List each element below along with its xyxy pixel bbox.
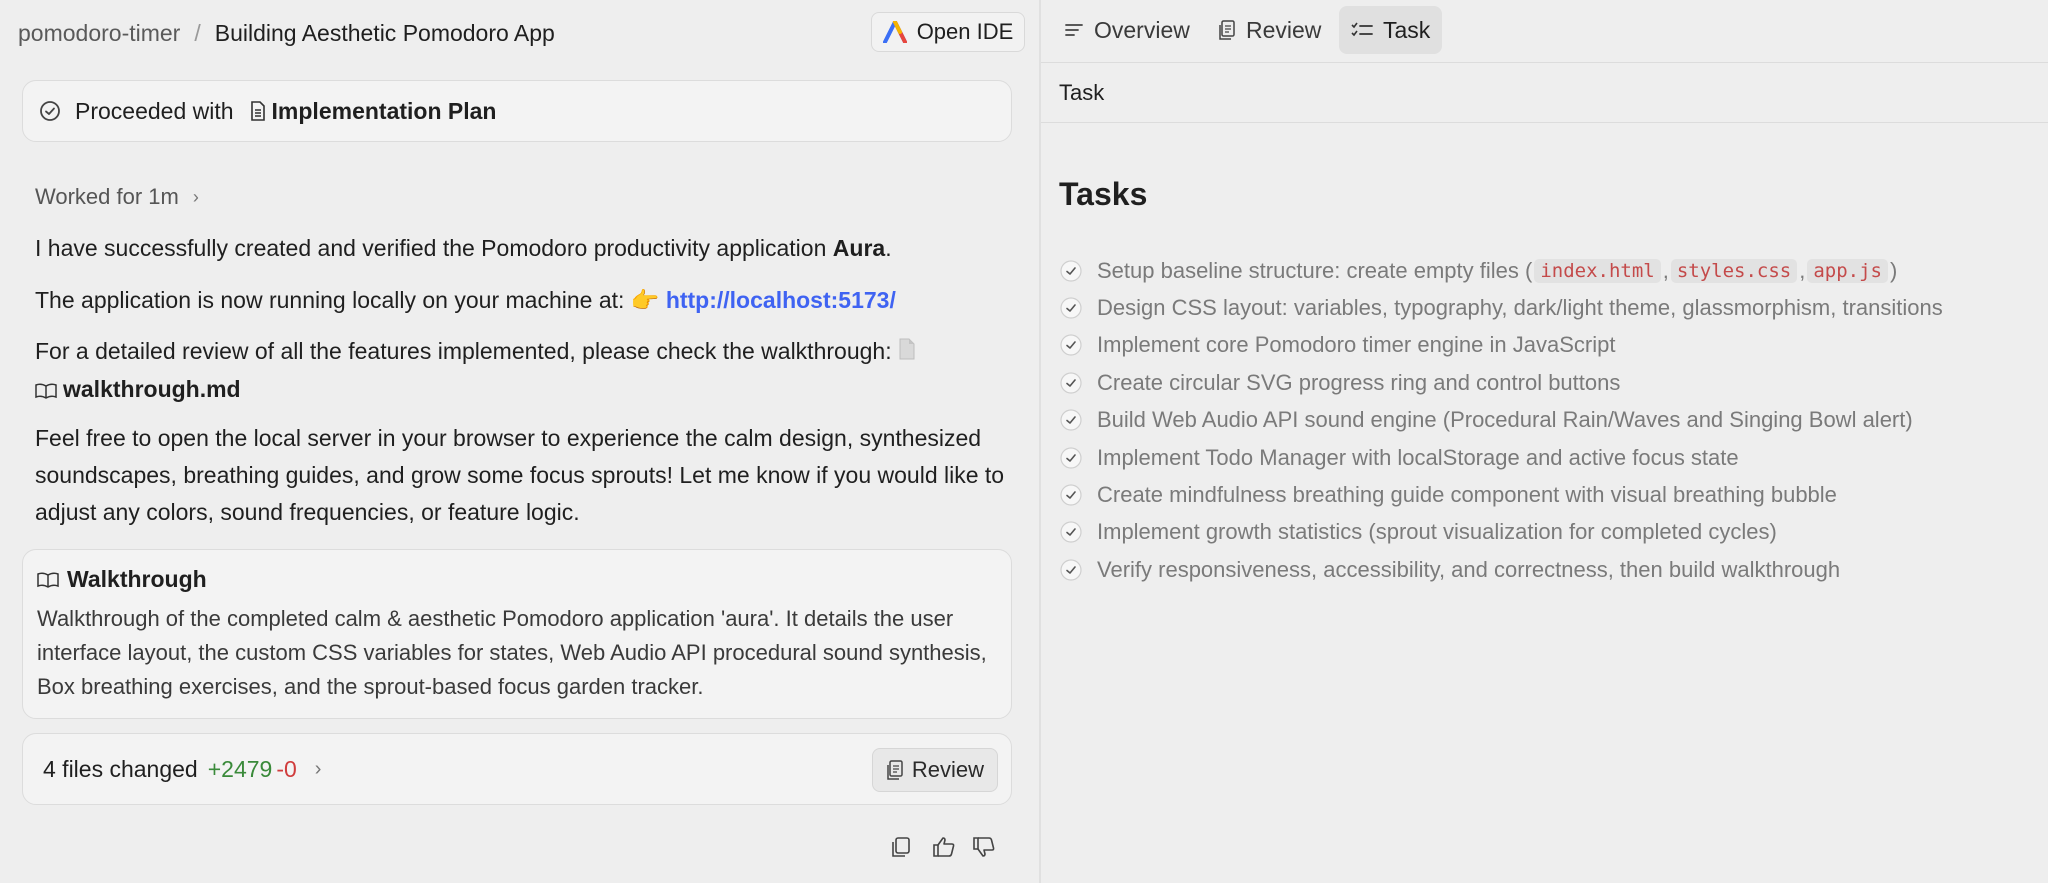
check-circle-icon [1059,333,1083,357]
task-item: Create mindfulness breathing guide compo… [1059,476,1943,513]
walkthrough-title: Walkthrough [37,566,207,593]
breadcrumb-separator: / [194,19,201,46]
conversation-panel: pomodoro-timer / Building Aesthetic Pomo… [0,0,1039,883]
message-text: For a detailed review of all the feature… [35,338,898,364]
app-name: Aura [832,235,886,261]
tab-task[interactable]: Task [1339,6,1443,54]
thumbs-up-button[interactable] [932,836,956,858]
file-icon [898,334,916,371]
deletions-count: -0 [276,755,297,782]
tab-overview-label: Overview [1094,16,1190,43]
review-button[interactable]: Review [872,748,998,792]
message-paragraph: Feel free to open the local server in yo… [35,425,1005,525]
task-text: Create circular SVG progress ring and co… [1097,369,1621,395]
task-text: Implement core Pomodoro timer engine in … [1097,332,1616,358]
pointing-hand-icon: 👉 [630,287,660,313]
task-text: Implement Todo Manager with localStorage… [1097,444,1739,470]
task-item: Design CSS layout: variables, typography… [1059,289,1943,326]
task-text: Setup baseline structure: create empty f… [1097,257,1533,283]
chevron-right-icon: › [192,186,199,207]
check-circle-icon [1059,520,1083,544]
code-filename: styles.css [1670,258,1798,283]
check-circle-icon [1059,371,1083,395]
files-changed-bar[interactable]: 4 files changed +2479 -0 › Review [22,733,1012,805]
thumbs-down-button[interactable] [972,836,996,858]
task-text: Create mindfulness breathing guide compo… [1097,482,1837,508]
check-circle-icon [1059,259,1083,283]
artifact-subheading: Task [1041,63,2048,123]
task-item: Implement growth statistics (sprout visu… [1059,514,1943,551]
breadcrumb: pomodoro-timer / Building Aesthetic Pomo… [18,18,555,48]
code-filename: app.js [1807,258,1888,283]
additions-count: +2479 [207,755,273,782]
proceeded-banner: Proceeded with Implementation Plan [22,80,1012,142]
message-text: . [885,235,892,261]
ide-logo-icon [882,21,907,43]
localhost-link[interactable]: http://localhost:5173/ [666,287,896,313]
message-text: The application is now running locally o… [35,287,631,313]
walkthrough-title-text: Walkthrough [67,566,207,592]
artifact-panel: Overview Review Task Task Tasks Setup ba… [1041,0,2048,883]
message-text: I have successfully created and verified… [35,235,833,261]
task-item: Verify responsiveness, accessibility, an… [1059,551,1943,588]
book-icon [35,373,57,410]
task-item: Implement core Pomodoro timer engine in … [1059,327,1943,364]
message-paragraph: I have successfully created and verified… [35,230,1015,267]
check-circle-icon [1059,483,1083,507]
code-filename: index.html [1534,258,1661,283]
task-item: Build Web Audio API sound engine (Proced… [1059,402,1943,439]
breadcrumb-project[interactable]: pomodoro-timer [18,20,180,47]
thumbs-up-icon [932,836,956,858]
worked-duration-toggle[interactable]: Worked for 1m › [35,184,199,210]
message-paragraph: For a detailed review of all the feature… [35,333,1015,410]
task-item: Implement Todo Manager with localStorage… [1059,439,1943,476]
walkthrough-file-link[interactable]: walkthrough.md [63,376,241,402]
tab-task-label: Task [1383,16,1431,43]
chevron-right-icon: › [314,757,322,780]
document-icon [250,101,266,121]
thumbs-down-icon [972,836,996,858]
tab-review-label: Review [1246,16,1322,43]
worked-label: Worked for 1m [35,184,179,209]
tab-review[interactable]: Review [1206,6,1333,54]
open-ide-label: Open IDE [916,19,1014,44]
task-text: Build Web Audio API sound engine (Proced… [1097,407,1913,433]
message-paragraph: The application is now running locally o… [35,282,1015,319]
check-circle-icon [39,100,61,122]
task-text: Verify responsiveness, accessibility, an… [1097,556,1841,582]
task-item: Setup baseline structure: create empty f… [1059,252,1943,289]
review-doc-icon [1219,20,1235,40]
check-circle-icon [1059,558,1083,582]
implementation-plan-link[interactable]: Implementation Plan [272,98,497,125]
proceeded-prefix: Proceeded with [75,97,234,124]
review-doc-icon [887,760,903,780]
check-circle-icon [1059,446,1083,470]
files-changed-label: 4 files changed [43,755,198,782]
tab-overview[interactable]: Overview [1052,6,1202,54]
open-ide-button[interactable]: Open IDE [871,12,1025,52]
book-icon [37,571,59,588]
task-text: Design CSS layout: variables, typography… [1097,295,1943,321]
list-icon [1065,24,1083,36]
checklist-icon [1351,22,1373,37]
copy-button[interactable] [890,836,912,858]
task-item: Create circular SVG progress ring and co… [1059,364,1943,401]
check-circle-icon [1059,408,1083,432]
copy-icon [890,836,912,858]
check-circle-icon [1059,296,1083,320]
review-button-label: Review [911,757,985,782]
artifact-tabs: Overview Review Task [1041,0,2048,63]
conversation-title: Building Aesthetic Pomodoro App [214,19,555,46]
walkthrough-card[interactable]: Walkthrough Walkthrough of the completed… [22,549,1012,719]
task-text: Implement growth statistics (sprout visu… [1097,519,1777,545]
tasks-heading: Tasks [1059,176,1148,212]
task-text: ) [1890,257,1898,283]
task-list: Setup baseline structure: create empty f… [1059,252,1943,589]
walkthrough-description: Walkthrough of the completed calm & aest… [37,606,987,699]
